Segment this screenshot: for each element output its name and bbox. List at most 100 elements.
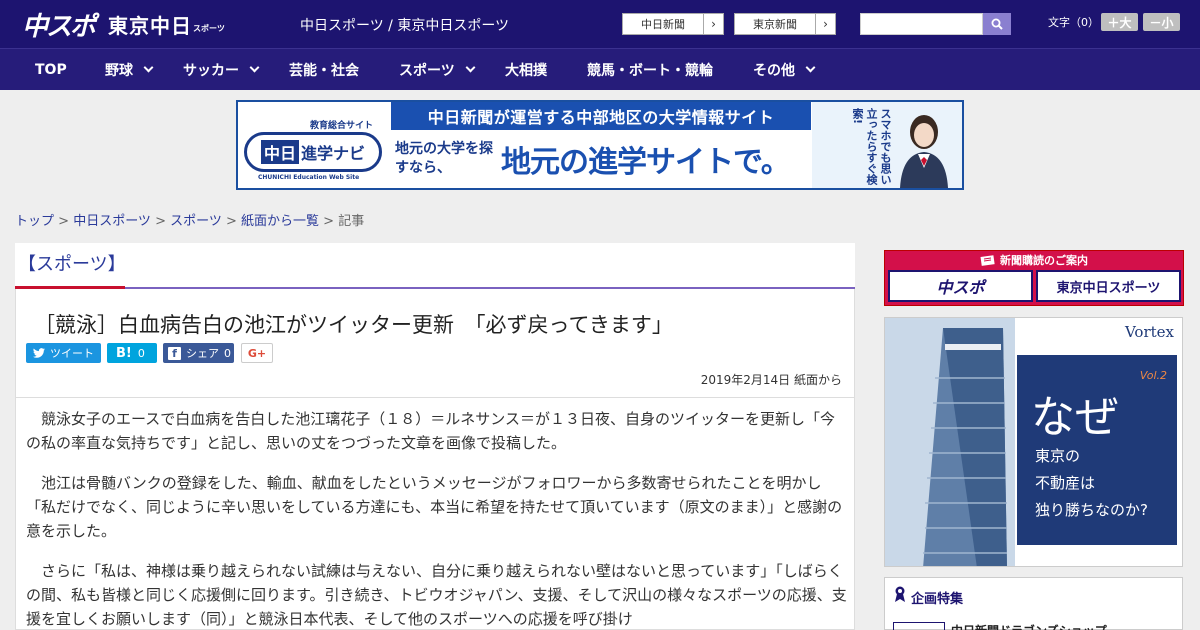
font-up-button[interactable]: ＋大 bbox=[1101, 13, 1138, 31]
font-down-button[interactable]: －小 bbox=[1143, 13, 1180, 31]
logo-sub: 東京中日 bbox=[108, 13, 193, 38]
chevron-down-icon bbox=[143, 62, 154, 73]
ad-headline: なぜ bbox=[1031, 392, 1119, 443]
chevron-down-icon bbox=[249, 62, 260, 73]
header-bar: 中スポ 東京中日 スポーツ 中日スポーツ / 東京中日スポーツ 中日新聞 › 東… bbox=[0, 0, 1200, 48]
feature-item-link[interactable]: 中日新聞ドラゴンズショップ bbox=[951, 622, 1107, 630]
breadcrumb-paper-list[interactable]: 紙面から一覧 bbox=[241, 214, 319, 229]
search-box bbox=[860, 13, 1011, 35]
facebook-share-label: シェア bbox=[186, 347, 219, 360]
shingaku-navi-banner[interactable]: 教育総合サイト 中日 進学ナビ CHUNICHI Education Web S… bbox=[236, 100, 964, 190]
banner-logo-en: CHUNICHI Education Web Site bbox=[258, 174, 360, 181]
banner-logo: 中日 進学ナビ bbox=[244, 132, 382, 172]
breadcrumb-sep: > bbox=[221, 214, 242, 229]
subscription-title: 新聞購読のご案内 bbox=[885, 252, 1183, 268]
twitter-bird-icon bbox=[33, 348, 45, 358]
main-nav: TOP 野球 サッカー 芸能・社会 スポーツ 大相撲 競馬・ボート・競輪 その他 bbox=[0, 48, 1200, 90]
nav-label: 競馬・ボート・競輪 bbox=[587, 62, 713, 79]
banner-big-text: 地元の進学サイトで。 bbox=[501, 145, 791, 180]
site-logo[interactable]: 中スポ 東京中日 スポーツ bbox=[22, 8, 225, 42]
ad-brand: Vortex bbox=[1124, 323, 1174, 341]
article: ［競泳］白血病告白の池江がツイッター更新 「必ず戻ってきます」 ツイート B! … bbox=[15, 289, 855, 630]
nav-sumo[interactable]: 大相撲 bbox=[505, 49, 547, 90]
ad-panel: Vol.2 なぜ 東京の 不動産は 独り勝ちなのか? bbox=[1017, 355, 1177, 545]
breadcrumb: トップ > 中日スポーツ > スポーツ > 紙面から一覧 > 記事 bbox=[15, 210, 364, 229]
banner-main: 地元の大学を探すなら、 地元の進学サイトで。 bbox=[391, 130, 811, 188]
article-paragraph: 競泳女子のエースで白血病を告白した池江璃花子（１８）＝ルネサンス＝が１３日夜、自… bbox=[26, 410, 835, 452]
subscription-box: 新聞購読のご案内 中スポ 東京中日スポーツ bbox=[884, 250, 1184, 306]
breadcrumb-top[interactable]: トップ bbox=[15, 214, 54, 229]
divider bbox=[16, 397, 854, 398]
ad-line: 東京の bbox=[1035, 447, 1081, 465]
tweet-label: ツイート bbox=[50, 347, 94, 360]
nav-soccer[interactable]: サッカー bbox=[183, 49, 260, 90]
banner-small-text: 地元の大学を探すなら、 bbox=[395, 141, 493, 176]
ad-line: 不動産は bbox=[1035, 474, 1096, 492]
banner-logo-area: 教育総合サイト 中日 進学ナビ CHUNICHI Education Web S… bbox=[238, 102, 390, 188]
article-paragraph: さらに「私は、神様は乗り越えられない試練は与えない、自分に乗り越えられない壁はな… bbox=[26, 562, 847, 628]
banner-logo-navi: 進学ナビ bbox=[301, 144, 366, 163]
facebook-f-icon: f bbox=[168, 346, 181, 360]
banner-sub: 教育総合サイト bbox=[310, 121, 374, 131]
search-input[interactable] bbox=[860, 13, 983, 35]
breadcrumb-sports[interactable]: スポーツ bbox=[170, 214, 222, 229]
nav-label: サッカー bbox=[183, 62, 239, 79]
section-header: 【スポーツ】 bbox=[15, 243, 855, 289]
breadcrumb-sep: > bbox=[319, 214, 339, 229]
ad-line: 独り勝ちなのか? bbox=[1035, 501, 1148, 519]
font-size-label: 文字（0） bbox=[1048, 16, 1099, 29]
subscription-title-text: 新聞購読のご案内 bbox=[1000, 254, 1088, 267]
feature-title: 企画特集 bbox=[911, 592, 964, 607]
ribbon-icon bbox=[895, 586, 905, 602]
breadcrumb-sep: > bbox=[54, 214, 74, 229]
tokyo-link[interactable]: 東京新聞 › bbox=[734, 13, 836, 35]
newspaper-icon bbox=[980, 254, 995, 266]
nav-label: 芸能・社会 bbox=[289, 62, 359, 79]
hatena-b-icon: B! bbox=[116, 345, 132, 361]
nav-label: 野球 bbox=[105, 62, 133, 79]
section-label: 【スポーツ】 bbox=[18, 254, 126, 275]
breadcrumb-sep: > bbox=[150, 214, 171, 229]
banner-top-text: 中日新聞が運営する中部地区の大学情報サイト bbox=[391, 102, 811, 130]
google-plus-button[interactable]: G+ bbox=[241, 343, 273, 363]
nav-baseball[interactable]: 野球 bbox=[105, 49, 154, 90]
site-title: 中日スポーツ / 東京中日スポーツ bbox=[300, 18, 510, 34]
article-body: 競泳女子のエースで白血病を告白した池江璃花子（１８）＝ルネサンス＝が１３日夜、自… bbox=[26, 407, 848, 629]
facebook-share-button[interactable]: f シェア 0 bbox=[163, 343, 234, 363]
chunichi-link[interactable]: 中日新聞 › bbox=[622, 13, 724, 35]
ad-text: 東京の 不動産は 独り勝ちなのか? bbox=[1035, 443, 1148, 524]
nav-racing[interactable]: 競馬・ボート・競輪 bbox=[587, 49, 713, 90]
hatena-button[interactable]: B! 0 bbox=[107, 343, 157, 363]
tweet-button[interactable]: ツイート bbox=[26, 343, 101, 363]
chevron-down-icon bbox=[805, 62, 816, 73]
nav-label: その他 bbox=[753, 62, 795, 79]
article-headline: ［競泳］白血病告白の池江がツイッター更新 「必ず戻ってきます」 bbox=[34, 313, 673, 337]
feature-box: 企画特集 中日新聞ドラゴンズショップ bbox=[884, 577, 1183, 630]
subscribe-tokyo-chunichi-button[interactable]: 東京中日スポーツ bbox=[1036, 270, 1181, 302]
banner-logo-chunichi: 中日 bbox=[260, 140, 299, 164]
nav-other[interactable]: その他 bbox=[753, 49, 816, 90]
nav-top[interactable]: TOP bbox=[35, 49, 67, 90]
vortex-ad[interactable]: Vortex Vol.2 なぜ 東京の 不動産は 独り勝ちなのか? bbox=[884, 317, 1183, 567]
nav-label: 大相撲 bbox=[505, 62, 547, 79]
tokyo-link-label: 東京新聞 bbox=[753, 18, 797, 31]
logo-main: 中スポ bbox=[22, 11, 96, 42]
search-icon bbox=[991, 18, 1003, 30]
nav-sports[interactable]: スポーツ bbox=[399, 49, 476, 90]
nav-label: TOP bbox=[35, 61, 67, 78]
logo-sports: スポーツ bbox=[193, 23, 225, 33]
ad-vol: Vol.2 bbox=[1139, 369, 1167, 382]
breadcrumb-chunichi-sports[interactable]: 中日スポーツ bbox=[73, 214, 151, 229]
nav-label: スポーツ bbox=[399, 62, 455, 79]
chevron-down-icon bbox=[465, 62, 476, 73]
article-date: 2019年2月14日 紙面から bbox=[700, 373, 842, 387]
breadcrumb-current: 記事 bbox=[338, 214, 365, 229]
feature-thumbnail bbox=[893, 622, 945, 630]
student-photo bbox=[900, 115, 948, 188]
subscribe-chuspo-button[interactable]: 中スポ bbox=[888, 270, 1033, 302]
hatena-count: 0 bbox=[137, 346, 145, 360]
nav-entertainment[interactable]: 芸能・社会 bbox=[289, 49, 359, 90]
search-button[interactable] bbox=[983, 13, 1011, 35]
article-paragraph: 池江は骨髄バンクの登録をした、輸血、献血をしたというメッセージがフォロワーから多… bbox=[26, 474, 843, 540]
facebook-count: 0 bbox=[224, 346, 231, 360]
